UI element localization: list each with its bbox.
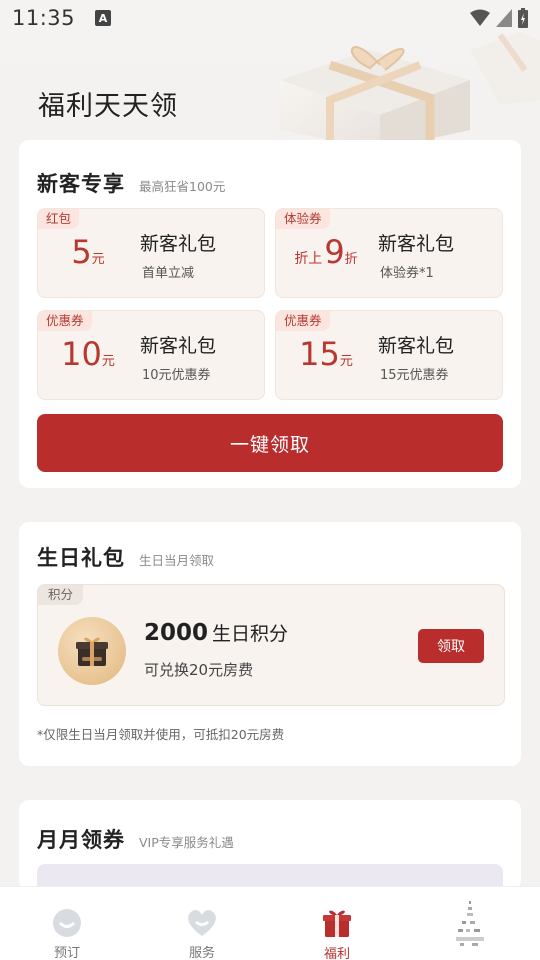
- home-icon: [51, 907, 83, 938]
- status-time: 11:35: [12, 6, 76, 30]
- tab-welfare[interactable]: 福利: [287, 887, 387, 960]
- coupon-card[interactable]: 体验券 折上9折 新客礼包 体验券*1: [275, 208, 503, 298]
- section-title: 生日礼包: [37, 546, 125, 570]
- tab-label: 预订: [53, 946, 80, 960]
- points-value: 2000: [144, 620, 209, 646]
- signal-icon: [496, 9, 512, 27]
- coupon-tag: 体验券: [276, 209, 330, 229]
- tab-label: 福利: [323, 947, 350, 960]
- new-customer-card: 新客专享 最高狂省100元 红包 5元 新客礼包 首单立减 体验券 折上9折 新…: [19, 140, 521, 488]
- section-subtitle: 生日当月领取: [139, 553, 215, 568]
- tab-service[interactable]: 服务: [152, 887, 252, 960]
- section-subtitle: VIP专享服务礼遇: [139, 835, 234, 850]
- birthday-card: 生日礼包 生日当月领取 积分 2000 生日积分 可兑换20元房费 领取 *仅限…: [19, 522, 521, 766]
- coupon-desc: 10元优惠券: [142, 368, 211, 383]
- birthday-points-box: 积分 2000 生日积分 可兑换20元房费 领取: [37, 584, 505, 706]
- coupon-value: 15元: [299, 335, 353, 373]
- coupon-desc: 首单立减: [142, 266, 195, 281]
- section-subtitle: 最高狂省100元: [139, 179, 226, 194]
- birthday-note: *仅限生日当月领取并使用，可抵扣20元房费: [37, 727, 285, 742]
- points-tag: 积分: [38, 585, 84, 605]
- gift-icon: [58, 617, 126, 685]
- coupon-card[interactable]: 优惠券 10元 新客礼包 10元优惠券: [37, 310, 265, 400]
- tab-label: 服务: [188, 946, 215, 960]
- wifi-icon: [470, 9, 490, 26]
- qr-code-icon[interactable]: [400, 887, 540, 960]
- page-title: 福利天天领: [38, 91, 178, 122]
- bottom-tab-bar: 预订 服务 福利: [0, 886, 540, 960]
- coupon-value: 折上9折: [294, 233, 358, 271]
- tab-booking[interactable]: 预订: [17, 887, 117, 960]
- birthday-points: 2000 生日积分: [144, 619, 288, 646]
- coupon-desc: 15元优惠券: [380, 368, 449, 383]
- coupon-value: 10元: [61, 335, 115, 373]
- monthly-card: 月月领券 VIP专享服务礼遇: [19, 800, 521, 904]
- claim-all-button[interactable]: 一键领取: [37, 414, 503, 472]
- coupon-value: 5元: [71, 233, 105, 271]
- coupon-name: 新客礼包: [378, 335, 455, 357]
- battery-icon: [518, 8, 528, 28]
- gift-icon: [321, 907, 353, 939]
- points-unit: 生日积分: [212, 623, 289, 645]
- coupon-name: 新客礼包: [140, 335, 217, 357]
- heart-icon: [186, 907, 218, 938]
- section-title: 新客专享: [37, 172, 125, 196]
- status-bar: 11:35 A: [0, 0, 540, 36]
- coupon-desc: 体验券*1: [380, 266, 434, 281]
- coupon-tag: 优惠券: [276, 311, 330, 331]
- notification-icon: A: [95, 10, 112, 26]
- coupon-card[interactable]: 红包 5元 新客礼包 首单立减: [37, 208, 265, 298]
- coupon-card[interactable]: 优惠券 15元 新客礼包 15元优惠券: [275, 310, 503, 400]
- section-title: 月月领券: [37, 828, 125, 852]
- points-desc: 可兑换20元房费: [144, 661, 254, 679]
- coupon-tag: 优惠券: [38, 311, 92, 331]
- coupon-tag: 红包: [38, 209, 80, 229]
- claim-birthday-button[interactable]: 领取: [418, 629, 484, 663]
- coupon-name: 新客礼包: [378, 233, 455, 255]
- coupon-name: 新客礼包: [140, 233, 217, 255]
